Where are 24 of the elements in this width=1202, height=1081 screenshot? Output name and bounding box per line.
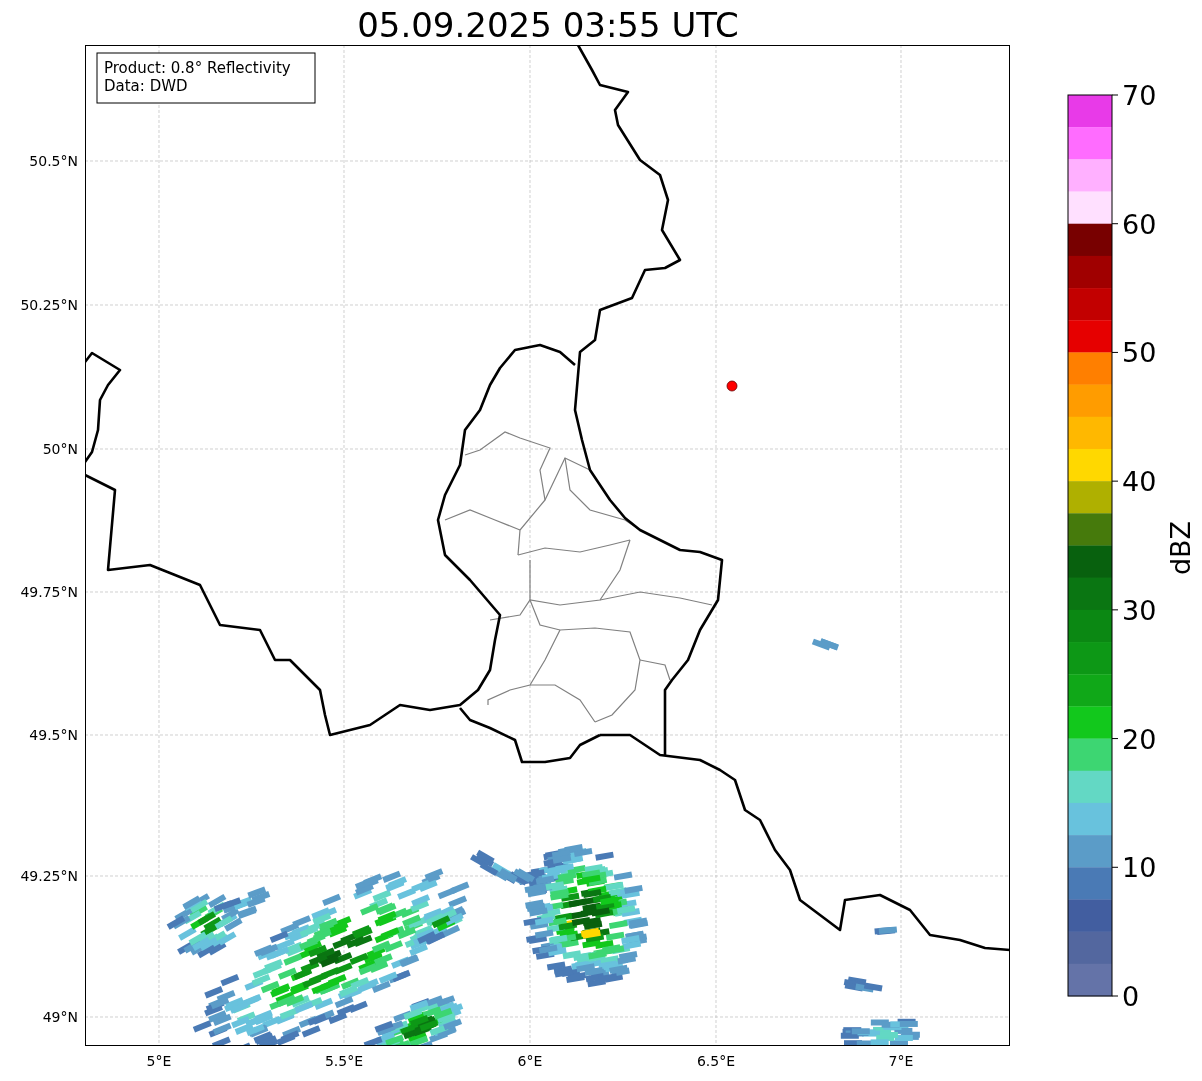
x-tick-label: 5°E (146, 1053, 172, 1069)
y-tick-label: 50.25°N (20, 297, 78, 313)
colorbar-tick-label: 60 (1122, 208, 1157, 240)
x-tick-label: 6°E (517, 1053, 543, 1069)
colorbar-tick-label: 70 (1122, 80, 1157, 111)
colorbar-tick-label: 40 (1122, 466, 1157, 498)
legend-text: Data: DWD (104, 77, 188, 95)
legend-text: Product: 0.8° Reflectivity (104, 59, 291, 77)
y-tick-label: 50.5°N (29, 153, 78, 169)
colorbar-label: dBZ (1165, 520, 1196, 576)
y-tick-label: 49.5°N (29, 727, 78, 743)
x-tick-label: 5.5°E (324, 1053, 364, 1069)
colorbar-tick-label: 20 (1122, 723, 1157, 755)
y-tick-label: 49.75°N (20, 584, 78, 600)
colorbar-tick-label: 0 (1122, 981, 1140, 1012)
colorbar-tick-label: 30 (1122, 594, 1157, 626)
chart-title: 05.09.2025 03:55 UTC (357, 5, 739, 45)
x-tick-label: 6.5°E (696, 1053, 736, 1069)
y-tick-label: 49.25°N (20, 868, 78, 884)
y-tick-label: 49°N (42, 1009, 78, 1025)
colorbar-tick-label: 10 (1122, 852, 1157, 884)
y-tick-label: 50°N (42, 441, 78, 457)
colorbar-tick-label: 50 (1122, 337, 1157, 369)
x-tick-label: 7°E (888, 1053, 914, 1069)
